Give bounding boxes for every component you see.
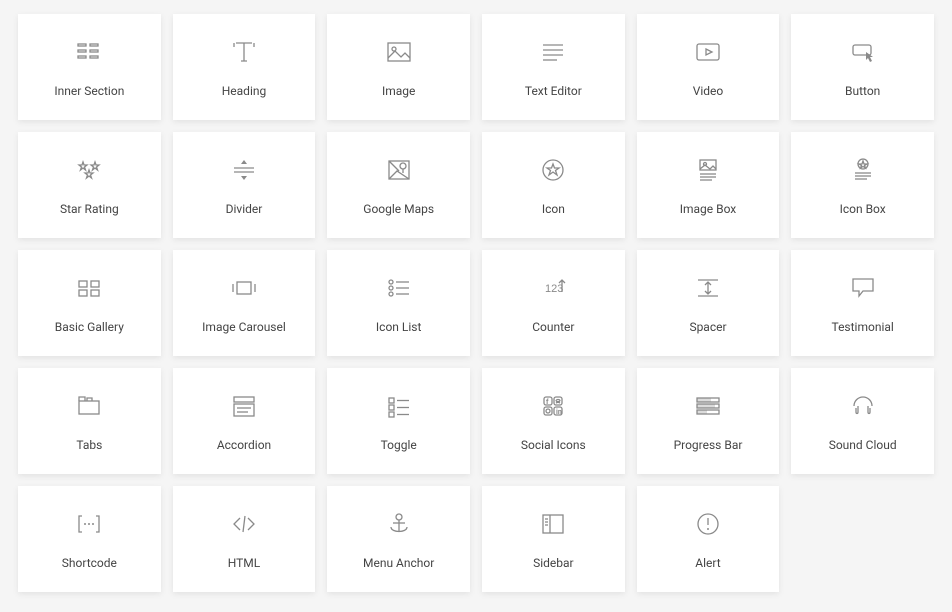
icon-icon [539, 152, 567, 188]
widget-label: Progress Bar [674, 438, 743, 452]
widget-label: Image [382, 84, 415, 98]
widget-label: Social Icons [521, 438, 586, 452]
widget-label: Inner Section [54, 84, 124, 98]
widget-menu-anchor[interactable]: Menu Anchor [327, 486, 470, 592]
widget-label: Icon [542, 202, 565, 216]
widget-html[interactable]: HTML [173, 486, 316, 592]
inner-section-icon [75, 34, 103, 70]
widget-label: Counter [532, 320, 574, 334]
divider-icon [230, 152, 258, 188]
widget-divider[interactable]: Divider [173, 132, 316, 238]
social-icons-icon [539, 388, 567, 424]
widget-label: Text Editor [525, 84, 582, 98]
widget-label: Divider [226, 202, 263, 216]
widget-inner-section[interactable]: Inner Section [18, 14, 161, 120]
star-rating-icon [75, 152, 103, 188]
widget-label: Shortcode [62, 556, 117, 570]
widget-social-icons[interactable]: Social Icons [482, 368, 625, 474]
spacer-icon [694, 270, 722, 306]
progress-bar-icon [694, 388, 722, 424]
sidebar-icon [539, 506, 567, 542]
widget-icon-box[interactable]: Icon Box [791, 132, 934, 238]
widget-label: Menu Anchor [363, 556, 434, 570]
widget-label: Icon Box [840, 202, 886, 216]
icon-list-icon [385, 270, 413, 306]
image-carousel-icon [230, 270, 258, 306]
html-icon [230, 506, 258, 542]
text-editor-icon [539, 34, 567, 70]
widget-text-editor[interactable]: Text Editor [482, 14, 625, 120]
sound-cloud-icon [849, 388, 877, 424]
widget-image-carousel[interactable]: Image Carousel [173, 250, 316, 356]
widget-label: Icon List [376, 320, 422, 334]
widget-google-maps[interactable]: Google Maps [327, 132, 470, 238]
counter-icon [539, 270, 567, 306]
google-maps-icon [385, 152, 413, 188]
widget-label: Google Maps [363, 202, 434, 216]
widget-label: Star Rating [60, 202, 119, 216]
widget-label: Tabs [76, 438, 102, 452]
widget-label: Heading [222, 84, 267, 98]
widget-counter[interactable]: Counter [482, 250, 625, 356]
widget-label: Toggle [381, 438, 417, 452]
basic-gallery-icon [75, 270, 103, 306]
widget-label: Alert [695, 556, 720, 570]
widget-label: Video [693, 84, 724, 98]
widget-sound-cloud[interactable]: Sound Cloud [791, 368, 934, 474]
button-icon [849, 34, 877, 70]
widget-video[interactable]: Video [637, 14, 780, 120]
widget-label: Button [845, 84, 880, 98]
widget-label: Spacer [689, 320, 726, 334]
widget-label: Image Box [680, 202, 737, 216]
widget-label: Sound Cloud [829, 438, 897, 452]
image-icon [385, 34, 413, 70]
widget-alert[interactable]: Alert [637, 486, 780, 592]
widget-star-rating[interactable]: Star Rating [18, 132, 161, 238]
tabs-icon [75, 388, 103, 424]
testimonial-icon [849, 270, 877, 306]
widget-progress-bar[interactable]: Progress Bar [637, 368, 780, 474]
widget-label: Testimonial [831, 320, 893, 334]
widget-basic-gallery[interactable]: Basic Gallery [18, 250, 161, 356]
widget-label: Accordion [217, 438, 271, 452]
widget-icon[interactable]: Icon [482, 132, 625, 238]
widget-label: Sidebar [533, 556, 574, 570]
widget-tabs[interactable]: Tabs [18, 368, 161, 474]
shortcode-icon [75, 506, 103, 542]
image-box-icon [694, 152, 722, 188]
toggle-icon [385, 388, 413, 424]
widget-label: HTML [228, 556, 261, 570]
widget-label: Basic Gallery [55, 320, 124, 334]
widget-icon-list[interactable]: Icon List [327, 250, 470, 356]
widget-toggle[interactable]: Toggle [327, 368, 470, 474]
widget-image[interactable]: Image [327, 14, 470, 120]
widget-spacer[interactable]: Spacer [637, 250, 780, 356]
widget-testimonial[interactable]: Testimonial [791, 250, 934, 356]
video-icon [694, 34, 722, 70]
widget-button[interactable]: Button [791, 14, 934, 120]
widgets-grid: Inner Section Heading Image Text Editor … [18, 14, 934, 592]
widget-shortcode[interactable]: Shortcode [18, 486, 161, 592]
accordion-icon [230, 388, 258, 424]
alert-icon [694, 506, 722, 542]
widget-heading[interactable]: Heading [173, 14, 316, 120]
widget-image-box[interactable]: Image Box [637, 132, 780, 238]
widget-sidebar[interactable]: Sidebar [482, 486, 625, 592]
widget-accordion[interactable]: Accordion [173, 368, 316, 474]
heading-icon [230, 34, 258, 70]
icon-box-icon [849, 152, 877, 188]
menu-anchor-icon [385, 506, 413, 542]
widget-label: Image Carousel [202, 320, 286, 334]
